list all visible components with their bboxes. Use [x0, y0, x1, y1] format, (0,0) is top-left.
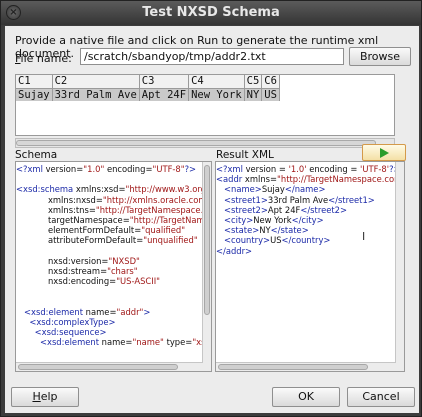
file-name-input[interactable]: /scratch/sbandyop/tmp/addr2.txt [80, 48, 344, 65]
code-line: xmlns:tns="http://TargetNamespace.c [16, 204, 208, 215]
title-bar: × Test NXSD Schema [1, 1, 421, 25]
native-data-grid[interactable]: C1 C2 C3 C4 C5 C6 Sujay 33rd Palm Ave Ap… [15, 74, 395, 136]
table-row[interactable]: Sujay 33rd Palm Ave Apt 24F New York NY … [16, 88, 280, 101]
code-line: <xsd:element name="name" type="xsd: [39, 337, 211, 348]
code-line: <xsd:complexType> [29, 316, 116, 327]
help-button-rest: elp [40, 390, 58, 403]
window-title: Test NXSD Schema [142, 5, 280, 20]
code-line: <?xml version="1.0" encoding="UTF-8"?> [16, 164, 197, 174]
grid-horizontal-scrollbar[interactable] [15, 138, 395, 148]
schema-vertical-scrollbar[interactable] [202, 162, 211, 371]
table-cell[interactable]: 33rd Palm Ave [52, 88, 140, 101]
native-data-table: C1 C2 C3 C4 C5 C6 Sujay 33rd Palm Ave Ap… [16, 75, 280, 101]
code-line: nxsd:version="NXSD" [16, 255, 140, 266]
result-horizontal-scrollbar[interactable] [216, 362, 396, 371]
code-line: <street2>Apt 24F</street2> [224, 204, 348, 215]
schema-editor[interactable]: <?xml version="1.0" encoding="UTF-8"?> <… [15, 161, 212, 372]
code-line: <country>US</country> [224, 235, 331, 246]
code-line: xmlns:nxsd="http://xmlns.oracle.com [16, 194, 207, 205]
help-button[interactable]: Help [11, 387, 79, 407]
result-xml-label: Result XML [216, 149, 274, 161]
schema-code[interactable]: <?xml version="1.0" encoding="UTF-8"?> <… [16, 164, 211, 348]
code-line: <name>Sujay</name> [224, 184, 326, 195]
schema-label: Schema [15, 149, 58, 161]
result-xml-editor[interactable]: <?xml version = '1.0' encoding = 'UTF-8'… [215, 161, 405, 372]
column-header[interactable]: C6 [261, 75, 280, 89]
file-name-label: File name: [15, 52, 72, 65]
result-code[interactable]: <?xml version = '1.0' encoding = 'UTF-8'… [216, 164, 405, 256]
code-line: </addr> [216, 245, 253, 256]
table-cell[interactable]: Sujay [16, 88, 53, 101]
column-header[interactable]: C4 [188, 75, 245, 89]
table-cell[interactable]: NY [244, 88, 263, 101]
code-line: <addr xmlns="http://TargetNamespace.com/… [216, 174, 405, 185]
table-cell[interactable]: US [261, 88, 280, 101]
table-header-row: C1 C2 C3 C4 C5 C6 [16, 75, 280, 89]
text-cursor-icon: I [362, 230, 366, 243]
table-cell[interactable]: Apt 24F [139, 88, 190, 101]
dialog-window: × Test NXSD Schema Provide a native file… [0, 0, 422, 417]
code-line: <xsd:sequence> [34, 327, 107, 337]
run-button[interactable] [362, 144, 406, 161]
code-line: <xsd:element name="addr"> [24, 306, 151, 317]
file-name-label-rest: ile name: [20, 52, 72, 65]
table-cell[interactable]: New York [188, 88, 245, 101]
code-line: targetNamespace="http://TargetNam [16, 214, 205, 225]
code-line: <state>NY</state> [224, 225, 309, 236]
column-header[interactable]: C2 [52, 75, 140, 89]
ok-button[interactable]: OK [272, 387, 340, 407]
result-hscroll-thumb[interactable] [218, 364, 368, 370]
code-line: elementFormDefault="qualified" [16, 225, 186, 236]
code-line: <xsd:schema xmlns:xsd="http://www.w3.org [16, 184, 206, 195]
cancel-button[interactable]: Cancel [347, 387, 415, 407]
help-button-mnemonic: H [32, 390, 41, 403]
schema-vscroll-thumb[interactable] [204, 165, 210, 315]
schema-hscroll-thumb[interactable] [18, 364, 178, 370]
code-line: attributeFormDefault="unqualified" [16, 235, 198, 246]
code-line: <street1>33rd Palm Ave</street1> [224, 194, 375, 205]
code-line: <city>New York</city> [224, 214, 324, 225]
schema-horizontal-scrollbar[interactable] [16, 362, 203, 371]
column-header[interactable]: C3 [139, 75, 190, 89]
result-vertical-scrollbar[interactable] [395, 162, 404, 371]
code-line: <?xml version = '1.0' encoding = 'UTF-8'… [216, 164, 401, 174]
browse-button[interactable]: Browse [349, 47, 411, 66]
play-icon [380, 148, 389, 158]
grid-scroll-thumb[interactable] [16, 140, 376, 146]
close-icon[interactable]: × [6, 5, 21, 20]
column-header[interactable]: C5 [244, 75, 263, 89]
code-line: nxsd:encoding="US-ASCII" [16, 276, 161, 287]
dialog-content: Provide a native file and click on Run t… [5, 26, 419, 413]
code-line: nxsd:stream="chars" [16, 265, 138, 276]
column-header[interactable]: C1 [16, 75, 53, 89]
